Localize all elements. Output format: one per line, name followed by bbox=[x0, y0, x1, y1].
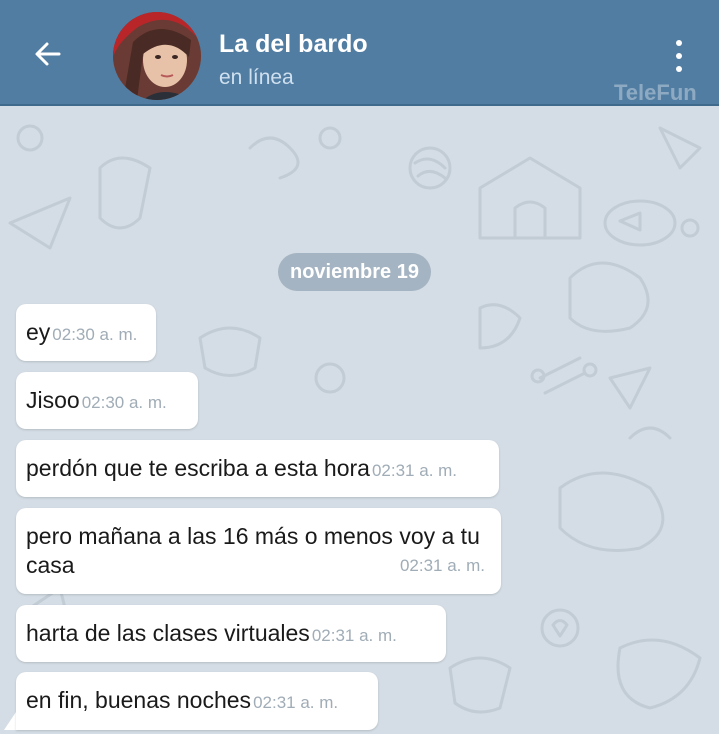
chat-header: La del bardo en línea TeleFun bbox=[0, 0, 719, 106]
heart-circle-doodle bbox=[540, 608, 580, 648]
message-time: 02:31 a. m. bbox=[371, 461, 458, 480]
more-vertical-icon bbox=[676, 40, 682, 46]
message-bubble[interactable]: en fin, buenas noches 02:31 a. m. bbox=[16, 672, 378, 730]
message-text: Jisoo bbox=[26, 387, 80, 413]
message-time: 02:31 a. m. bbox=[399, 556, 485, 575]
cloud-doodle bbox=[558, 471, 665, 552]
avatar[interactable] bbox=[113, 12, 201, 100]
chat-title[interactable]: La del bardo bbox=[219, 30, 368, 59]
dog-doodle bbox=[98, 156, 152, 230]
bubble-tail bbox=[4, 712, 16, 730]
back-button[interactable] bbox=[28, 34, 68, 74]
date-separator: noviembre 19 bbox=[278, 253, 431, 291]
more-menu-button[interactable] bbox=[664, 36, 694, 76]
bird-doodle bbox=[198, 326, 262, 377]
message-time: 02:30 a. m. bbox=[81, 393, 167, 412]
message-text: ey bbox=[26, 319, 51, 345]
fishbone-doodle bbox=[248, 136, 300, 180]
dog-face-doodle bbox=[616, 638, 702, 710]
paper-plane-doodle-2 bbox=[608, 366, 652, 410]
message-bubble[interactable]: harta de las clases virtuales 02:31 a. m. bbox=[16, 605, 446, 662]
message-bubble[interactable]: pero mañana a las 16 más o menos voy a t… bbox=[16, 508, 501, 594]
message-time: 02:30 a. m. bbox=[52, 325, 138, 344]
paper-plane-doodle bbox=[8, 196, 72, 250]
message-bubble[interactable]: ey 02:30 a. m. bbox=[16, 304, 156, 361]
online-status: en línea bbox=[219, 66, 294, 89]
bone-doodle bbox=[538, 356, 587, 395]
watermark: TeleFun bbox=[614, 80, 697, 105]
avatar-photo bbox=[113, 12, 201, 100]
cat-doodle bbox=[568, 261, 650, 333]
doghouse-doodle bbox=[478, 156, 582, 240]
message-time: 02:31 a. m. bbox=[311, 626, 397, 645]
message-text: en fin, buenas noches bbox=[26, 687, 252, 713]
message-bubble[interactable]: Jisoo 02:30 a. m. bbox=[16, 372, 198, 429]
message-text: harta de las clases virtuales bbox=[26, 620, 310, 646]
message-time: 02:31 a. m. bbox=[253, 693, 339, 712]
arrow-left-icon bbox=[35, 42, 61, 66]
message-text: perdón que te escriba a esta hora bbox=[26, 455, 370, 481]
message-bubble[interactable]: perdón que te escriba a esta hora 02:31 a… bbox=[16, 440, 499, 497]
